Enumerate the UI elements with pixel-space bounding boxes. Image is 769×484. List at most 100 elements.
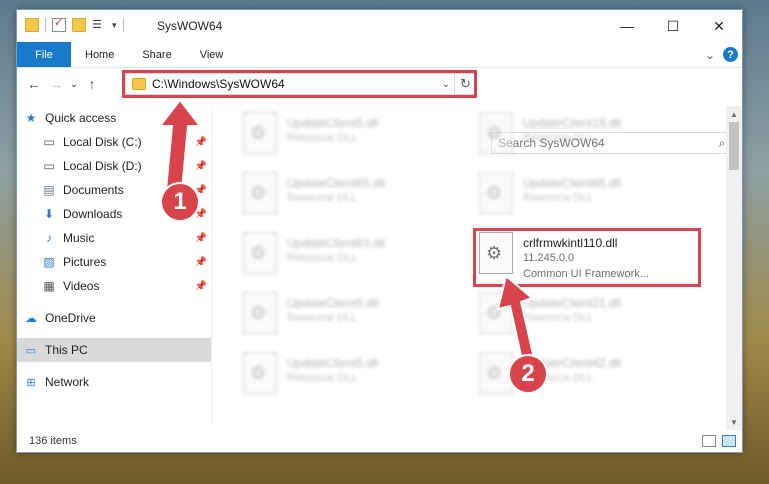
file-highlight-box — [473, 228, 701, 287]
drive-icon: ▭ — [43, 135, 55, 149]
toolbar-divider — [122, 18, 124, 32]
sidebar-item-label: Pictures — [63, 255, 107, 269]
file-type: Resource DLL — [523, 312, 594, 324]
pin-icon: 📌 — [194, 136, 207, 148]
file-type: Resource DLL — [523, 132, 594, 144]
pin-icon: 📌 — [194, 160, 207, 172]
pictures-icon: ▨ — [43, 255, 55, 269]
scroll-up-icon[interactable]: ▲ — [726, 106, 742, 122]
tab-home[interactable]: Home — [71, 42, 128, 67]
videos-icon: ▦ — [43, 279, 55, 293]
file-name: UpdateClient5.dll — [287, 356, 379, 370]
scroll-down-icon[interactable]: ▼ — [726, 414, 742, 430]
drive-icon: ▭ — [43, 159, 55, 173]
back-button[interactable]: ← — [23, 73, 45, 95]
dll-file-icon — [479, 112, 513, 154]
dll-file-icon — [479, 172, 513, 214]
toolbar-dropdown-icon[interactable]: ▾ — [112, 20, 117, 31]
customize-toolbar-icon[interactable]: ☰ — [92, 18, 106, 32]
file-name: UpdateClient5.dll — [287, 296, 379, 310]
properties-icon[interactable] — [52, 16, 66, 32]
sidebar-item-label: Downloads — [63, 207, 123, 221]
file-name: UpdateClient65.dll — [287, 176, 386, 190]
sidebar-item-label: Music — [63, 231, 95, 245]
dll-file-icon — [243, 172, 277, 214]
ribbon-tabs: File Home Share View ⌄ ? — [17, 42, 742, 68]
step-1-badge: 1 — [160, 182, 200, 222]
up-button[interactable]: ↑ — [81, 73, 103, 95]
sidebar-item-onedrive[interactable]: ☁ OneDrive — [19, 306, 211, 330]
minimize-button[interactable]: — — [604, 10, 650, 42]
onedrive-icon: ☁ — [25, 311, 37, 325]
dll-file-icon — [479, 292, 513, 334]
sidebar-item-local-disk-d[interactable]: ▭ Local Disk (D:) 📌 — [41, 154, 211, 178]
tiles-view-icon[interactable] — [722, 435, 736, 447]
sidebar-item-label: Local Disk (D:) — [63, 159, 142, 173]
vertical-scrollbar[interactable]: ▲ ▼ — [726, 106, 742, 430]
documents-icon: ▤ — [43, 183, 55, 197]
file-tile[interactable]: UpdateClient65.dll Resource DLL — [479, 172, 699, 222]
file-tile[interactable]: UpdateClient65.dll Resource DLL — [243, 172, 463, 222]
sidebar-item-label: Local Disk (C:) — [63, 135, 142, 149]
title-bar: ☰ ▾ SysWOW64 — ☐ ✕ — [17, 10, 742, 42]
tab-view[interactable]: View — [186, 42, 238, 67]
file-tile[interactable]: UpdateClient5.dll Resource DLL — [243, 352, 463, 402]
file-type: Resource DLL — [287, 192, 358, 204]
dll-file-icon — [243, 292, 277, 334]
folder-icon[interactable] — [25, 18, 39, 32]
dll-file-icon — [243, 232, 277, 274]
network-icon: ⊞ — [26, 376, 36, 389]
window-title: SysWOW64 — [157, 19, 223, 33]
file-type: Resource DLL — [287, 372, 358, 384]
ribbon-right: ⌄ ? — [705, 42, 742, 67]
file-type: Resource DLL — [523, 192, 594, 204]
maximize-button[interactable]: ☐ — [650, 10, 696, 42]
tab-share[interactable]: Share — [128, 42, 185, 67]
sidebar-item-pictures[interactable]: ▨ Pictures 📌 — [41, 250, 211, 274]
sidebar-item-network[interactable]: ⊞ Network — [19, 370, 211, 394]
star-icon: ★ — [25, 111, 37, 125]
file-name: UpdateClient63.dll — [287, 236, 386, 250]
file-type: Resource DLL — [287, 312, 358, 324]
file-type: Resource DLL — [287, 252, 358, 264]
file-tile[interactable]: UpdateClient63.dll Resource DLL — [243, 232, 463, 282]
sidebar-item-label: This PC — [45, 343, 88, 357]
details-view-icon[interactable] — [702, 435, 716, 447]
file-tile[interactable]: UpdateClient5.dll Resource DLL — [243, 112, 463, 162]
expand-ribbon-icon[interactable]: ⌄ — [705, 48, 715, 62]
help-icon[interactable]: ? — [723, 47, 738, 62]
file-name: UpdateClient65.dll — [523, 176, 622, 190]
pin-icon: 📌 — [194, 232, 207, 244]
sidebar-item-label: Documents — [63, 183, 124, 197]
scroll-thumb[interactable] — [729, 122, 739, 170]
sidebar-item-quick-access[interactable]: ★ Quick access — [19, 106, 211, 130]
file-type: Resource DLL — [287, 132, 358, 144]
status-bar: 136 items — [17, 430, 742, 452]
sidebar-item-videos[interactable]: ▦ Videos 📌 — [41, 274, 211, 298]
computer-icon: ▭ — [25, 344, 37, 357]
new-folder-icon[interactable] — [72, 18, 86, 32]
dll-file-icon — [243, 352, 277, 394]
file-tile[interactable]: UpdateClient21.dll Resource DLL — [479, 292, 699, 342]
tab-file[interactable]: File — [17, 42, 71, 67]
file-name: UpdateClient19.dll — [523, 116, 622, 130]
navigation-pane: ★ Quick access ▭ Local Disk (C:) 📌 ▭ Loc… — [17, 106, 212, 426]
address-highlight-box — [122, 70, 477, 98]
sidebar-item-local-disk-c[interactable]: ▭ Local Disk (C:) 📌 — [41, 130, 211, 154]
close-button[interactable]: ✕ — [696, 10, 742, 42]
pin-icon: 📌 — [194, 280, 207, 292]
forward-button[interactable]: → — [45, 73, 67, 95]
sidebar-item-music[interactable]: ♪ Music 📌 — [41, 226, 211, 250]
toolbar-divider — [45, 18, 46, 32]
sidebar-item-label: Quick access — [45, 111, 117, 125]
file-tile[interactable]: UpdateClient19.dll Resource DLL — [479, 112, 699, 162]
file-tile[interactable]: UpdateClient5.dll Resource DLL — [243, 292, 463, 342]
sidebar-item-this-pc[interactable]: ▭ This PC — [17, 338, 211, 362]
view-switcher — [702, 435, 742, 447]
downloads-icon: ⬇ — [43, 207, 55, 221]
recent-locations-button[interactable]: ⌄ — [67, 73, 81, 95]
window-controls: — ☐ ✕ — [604, 10, 742, 42]
sidebar-item-label: OneDrive — [45, 311, 96, 325]
